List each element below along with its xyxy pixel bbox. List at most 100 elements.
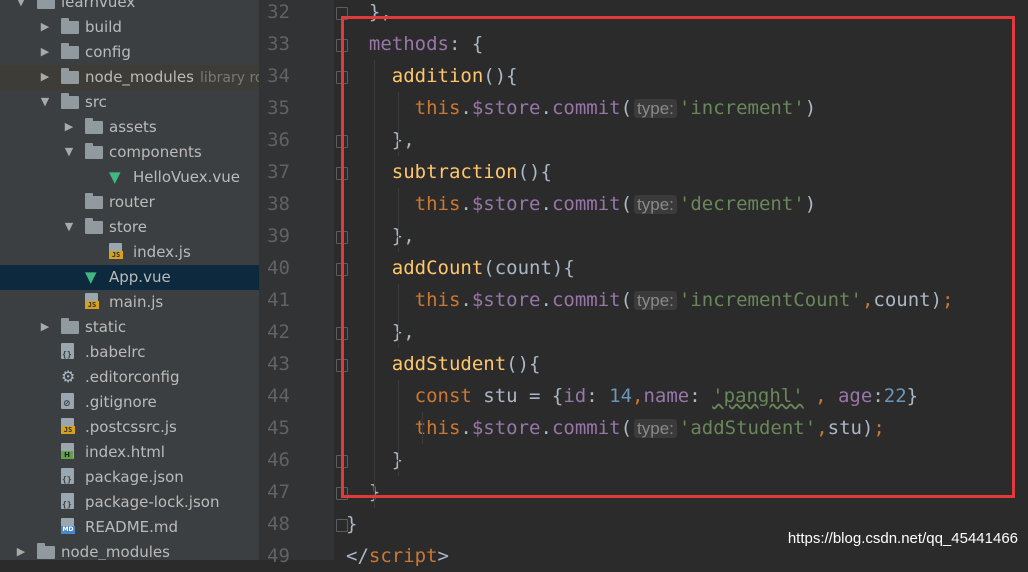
line-number: 35	[267, 97, 290, 119]
chevron-right-icon[interactable]: ▶	[39, 319, 51, 335]
tree-item[interactable]: ▶ static	[0, 315, 259, 340]
line-number: 43	[267, 353, 290, 375]
js-file-icon: JS	[109, 243, 128, 261]
tree-item[interactable]: ▼ App.vue	[0, 265, 259, 290]
tree-item[interactable]: JS index.js	[0, 240, 259, 265]
tree-item[interactable]: {} package-lock.json	[0, 490, 259, 515]
tree-item-label: README.md	[85, 518, 179, 536]
tree-item-label: .babelrc	[85, 343, 146, 361]
line-number: 39	[267, 225, 290, 247]
tree-item-label: index.js	[133, 243, 191, 261]
tree-item-label: node_modules	[61, 543, 170, 560]
tree-item-label: App.vue	[109, 268, 171, 286]
tree-item-label: index.html	[85, 443, 165, 461]
gear-icon: ⚙	[61, 367, 76, 386]
tree-item[interactable]: ⚙ .editorconfig	[0, 365, 259, 390]
chevron-right-icon[interactable]: ▶	[63, 119, 75, 135]
tree-item-label: .postcssrc.js	[85, 418, 177, 436]
tree-item-label: node_moduleslibrary root	[85, 68, 259, 88]
line-number: 37	[267, 161, 290, 183]
tree-item-label: .gitignore	[85, 393, 157, 411]
line-number: 42	[267, 321, 290, 343]
folder-icon	[85, 218, 104, 236]
tree-item[interactable]: ▶ assets	[0, 115, 259, 140]
line-number: 49	[267, 545, 290, 567]
tree-item[interactable]: MD README.md	[0, 515, 259, 540]
tree-item[interactable]: router	[0, 190, 259, 215]
chevron-right-icon[interactable]: ▶	[39, 44, 51, 60]
tree-item-label: store	[109, 218, 147, 236]
line-number: 47	[267, 481, 290, 503]
tree-item[interactable]: JS .postcssrc.js	[0, 415, 259, 440]
tree-item[interactable]: ▶ node_modules	[0, 540, 259, 560]
tree-item[interactable]: ▶ build	[0, 15, 259, 40]
line-number: 32	[267, 1, 290, 23]
folder-icon	[85, 118, 104, 136]
json-file-icon: {}	[61, 343, 80, 361]
highlight-box	[341, 16, 1015, 498]
library-root-note: library root	[199, 70, 259, 86]
chevron-right-icon[interactable]: ▶	[39, 19, 51, 35]
folder-icon	[61, 68, 80, 86]
tree-item-label: src	[85, 93, 107, 111]
chevron-right-icon[interactable]: ▶	[39, 69, 51, 85]
tree-item[interactable]: ▼ learnvuex	[0, 0, 259, 15]
line-number: 34	[267, 65, 290, 87]
line-number: 46	[267, 449, 290, 471]
folder-icon	[37, 543, 56, 560]
tree-item[interactable]: ▶ config	[0, 40, 259, 65]
json-file-icon: {}	[61, 493, 80, 511]
project-tree-panel: ▼ learnvuex ▶ build ▶ config ▶ node_modules libr…	[0, 0, 259, 560]
tree-item[interactable]: ▼ store	[0, 215, 259, 240]
folder-icon	[37, 0, 56, 11]
chevron-down-icon[interactable]: ▼	[63, 144, 75, 160]
line-number: 38	[267, 193, 290, 215]
tree-item[interactable]: ▶ node_moduleslibrary root	[0, 65, 259, 90]
chevron-down-icon[interactable]: ▼	[63, 219, 75, 235]
html-file-icon: H	[61, 443, 80, 461]
folder-icon	[61, 318, 80, 336]
tree-item[interactable]: {} .babelrc	[0, 340, 259, 365]
code-line: }	[346, 513, 358, 535]
line-number: 40	[267, 257, 290, 279]
tree-item[interactable]: ▼ src	[0, 90, 259, 115]
folder-icon	[61, 43, 80, 61]
vue-file-icon: ▼	[109, 168, 121, 186]
folder-icon	[61, 18, 80, 36]
line-number: 41	[267, 289, 290, 311]
watermark-text: https://blog.csdn.net/qq_45441466	[787, 530, 1018, 547]
tree-item-label: learnvuex	[61, 0, 136, 11]
json-file-icon: {}	[61, 468, 80, 486]
tree-item-label: HelloVuex.vue	[133, 168, 240, 186]
line-number: 33	[267, 33, 290, 55]
chevron-down-icon[interactable]: ▼	[39, 94, 51, 110]
line-number: 36	[267, 129, 290, 151]
line-number: 45	[267, 417, 290, 439]
folder-icon	[85, 143, 104, 161]
tree-item-label: build	[85, 18, 122, 36]
code-line: </script>	[346, 545, 449, 567]
js-file-icon: JS	[85, 293, 104, 311]
md-file-icon: MD	[61, 518, 80, 536]
line-number: 48	[267, 513, 290, 535]
tree-item-label: .editorconfig	[85, 368, 180, 386]
tree-item[interactable]: ▼ HelloVuex.vue	[0, 165, 259, 190]
tree-item-label: main.js	[109, 293, 164, 311]
tree-item-label: config	[85, 43, 131, 61]
tree-item[interactable]: ▼ components	[0, 140, 259, 165]
tree-item[interactable]: {} package.json	[0, 465, 259, 490]
folder-icon	[85, 193, 104, 211]
tree-item-label: static	[85, 318, 127, 336]
tree-item[interactable]: JS main.js	[0, 290, 259, 315]
chevron-right-icon[interactable]: ▶	[15, 544, 27, 560]
tree-item-label: assets	[109, 118, 157, 136]
tree-item-label: router	[109, 193, 155, 211]
chevron-down-icon[interactable]: ▼	[15, 0, 27, 10]
tree-item-label: package.json	[85, 468, 184, 486]
line-number: 44	[267, 385, 290, 407]
tree-item[interactable]: ⊘ .gitignore	[0, 390, 259, 415]
ignore-file-icon: ⊘	[61, 393, 80, 411]
vue-file-icon: ▼	[85, 268, 97, 286]
tree-item[interactable]: Hindex.html	[0, 440, 259, 465]
tree-item-label: package-lock.json	[85, 493, 220, 511]
